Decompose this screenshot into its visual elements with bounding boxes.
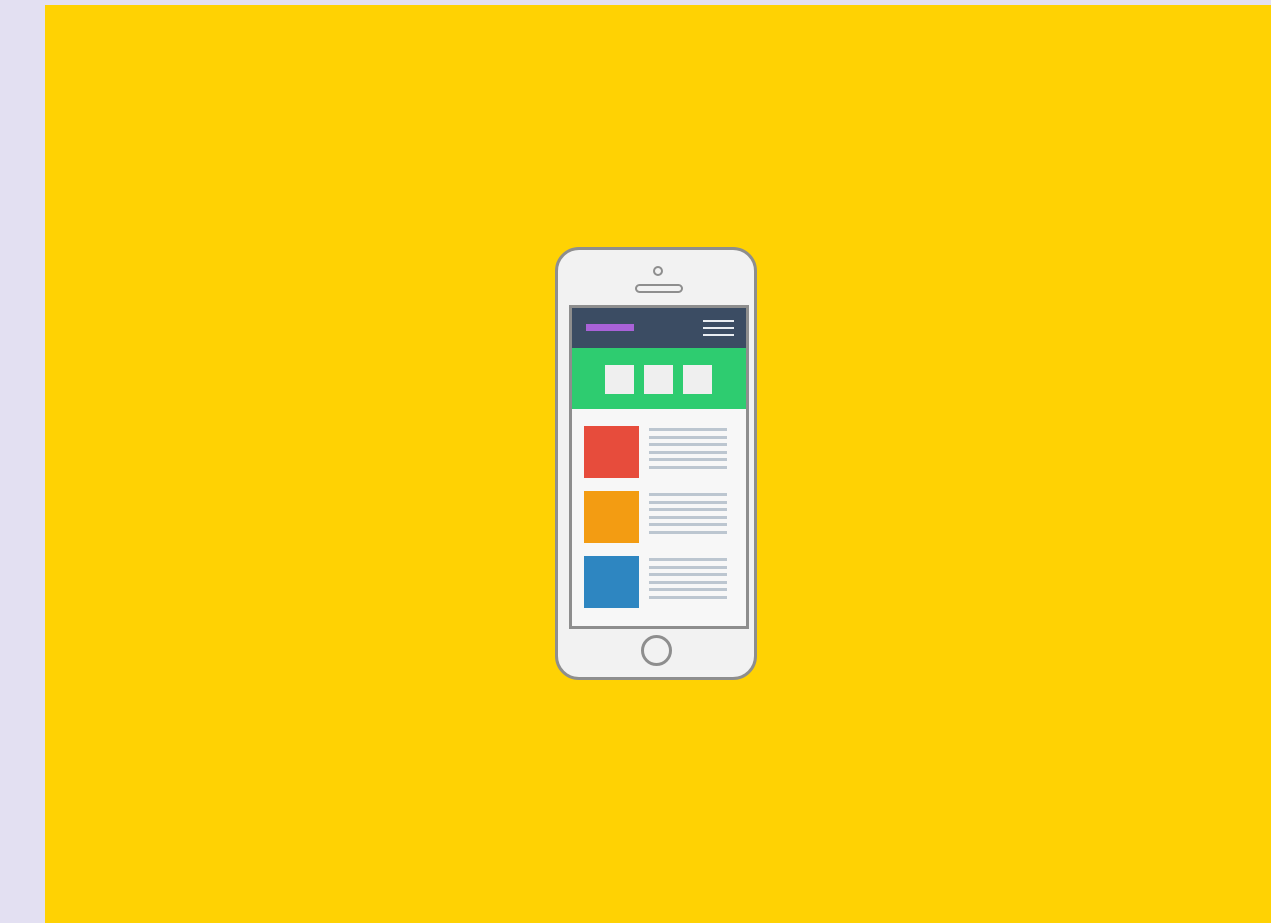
hero-tile <box>683 365 712 394</box>
logo-placeholder <box>586 324 634 331</box>
illustration-canvas <box>45 5 1271 923</box>
text-line-placeholder <box>649 523 727 526</box>
phone-screen <box>569 305 749 629</box>
text-line-placeholder <box>649 451 727 454</box>
card-text-lines <box>649 556 727 608</box>
home-button-icon <box>641 635 672 666</box>
card-text-lines <box>649 426 727 478</box>
hero-tile <box>644 365 673 394</box>
text-line-placeholder <box>649 596 727 599</box>
hero-banner <box>572 348 746 409</box>
text-line-placeholder <box>649 516 727 519</box>
text-line-placeholder <box>649 531 727 534</box>
card-thumbnail <box>584 556 639 608</box>
text-line-placeholder <box>649 466 727 469</box>
hero-tile <box>605 365 634 394</box>
site-header-bar <box>572 308 746 348</box>
text-line-placeholder <box>649 493 727 496</box>
camera-icon <box>653 266 663 276</box>
text-line-placeholder <box>649 588 727 591</box>
card-text-lines <box>649 491 727 543</box>
speaker-icon <box>635 284 683 293</box>
smartphone-illustration <box>555 247 757 680</box>
text-line-placeholder <box>649 581 727 584</box>
text-line-placeholder <box>649 508 727 511</box>
text-line-placeholder <box>649 566 727 569</box>
text-line-placeholder <box>649 436 727 439</box>
card-thumbnail <box>584 491 639 543</box>
text-line-placeholder <box>649 458 727 461</box>
text-line-placeholder <box>649 573 727 576</box>
text-line-placeholder <box>649 558 727 561</box>
text-line-placeholder <box>649 443 727 446</box>
text-line-placeholder <box>649 501 727 504</box>
text-line-placeholder <box>649 428 727 431</box>
card-thumbnail <box>584 426 639 478</box>
hamburger-menu-icon <box>703 320 734 338</box>
